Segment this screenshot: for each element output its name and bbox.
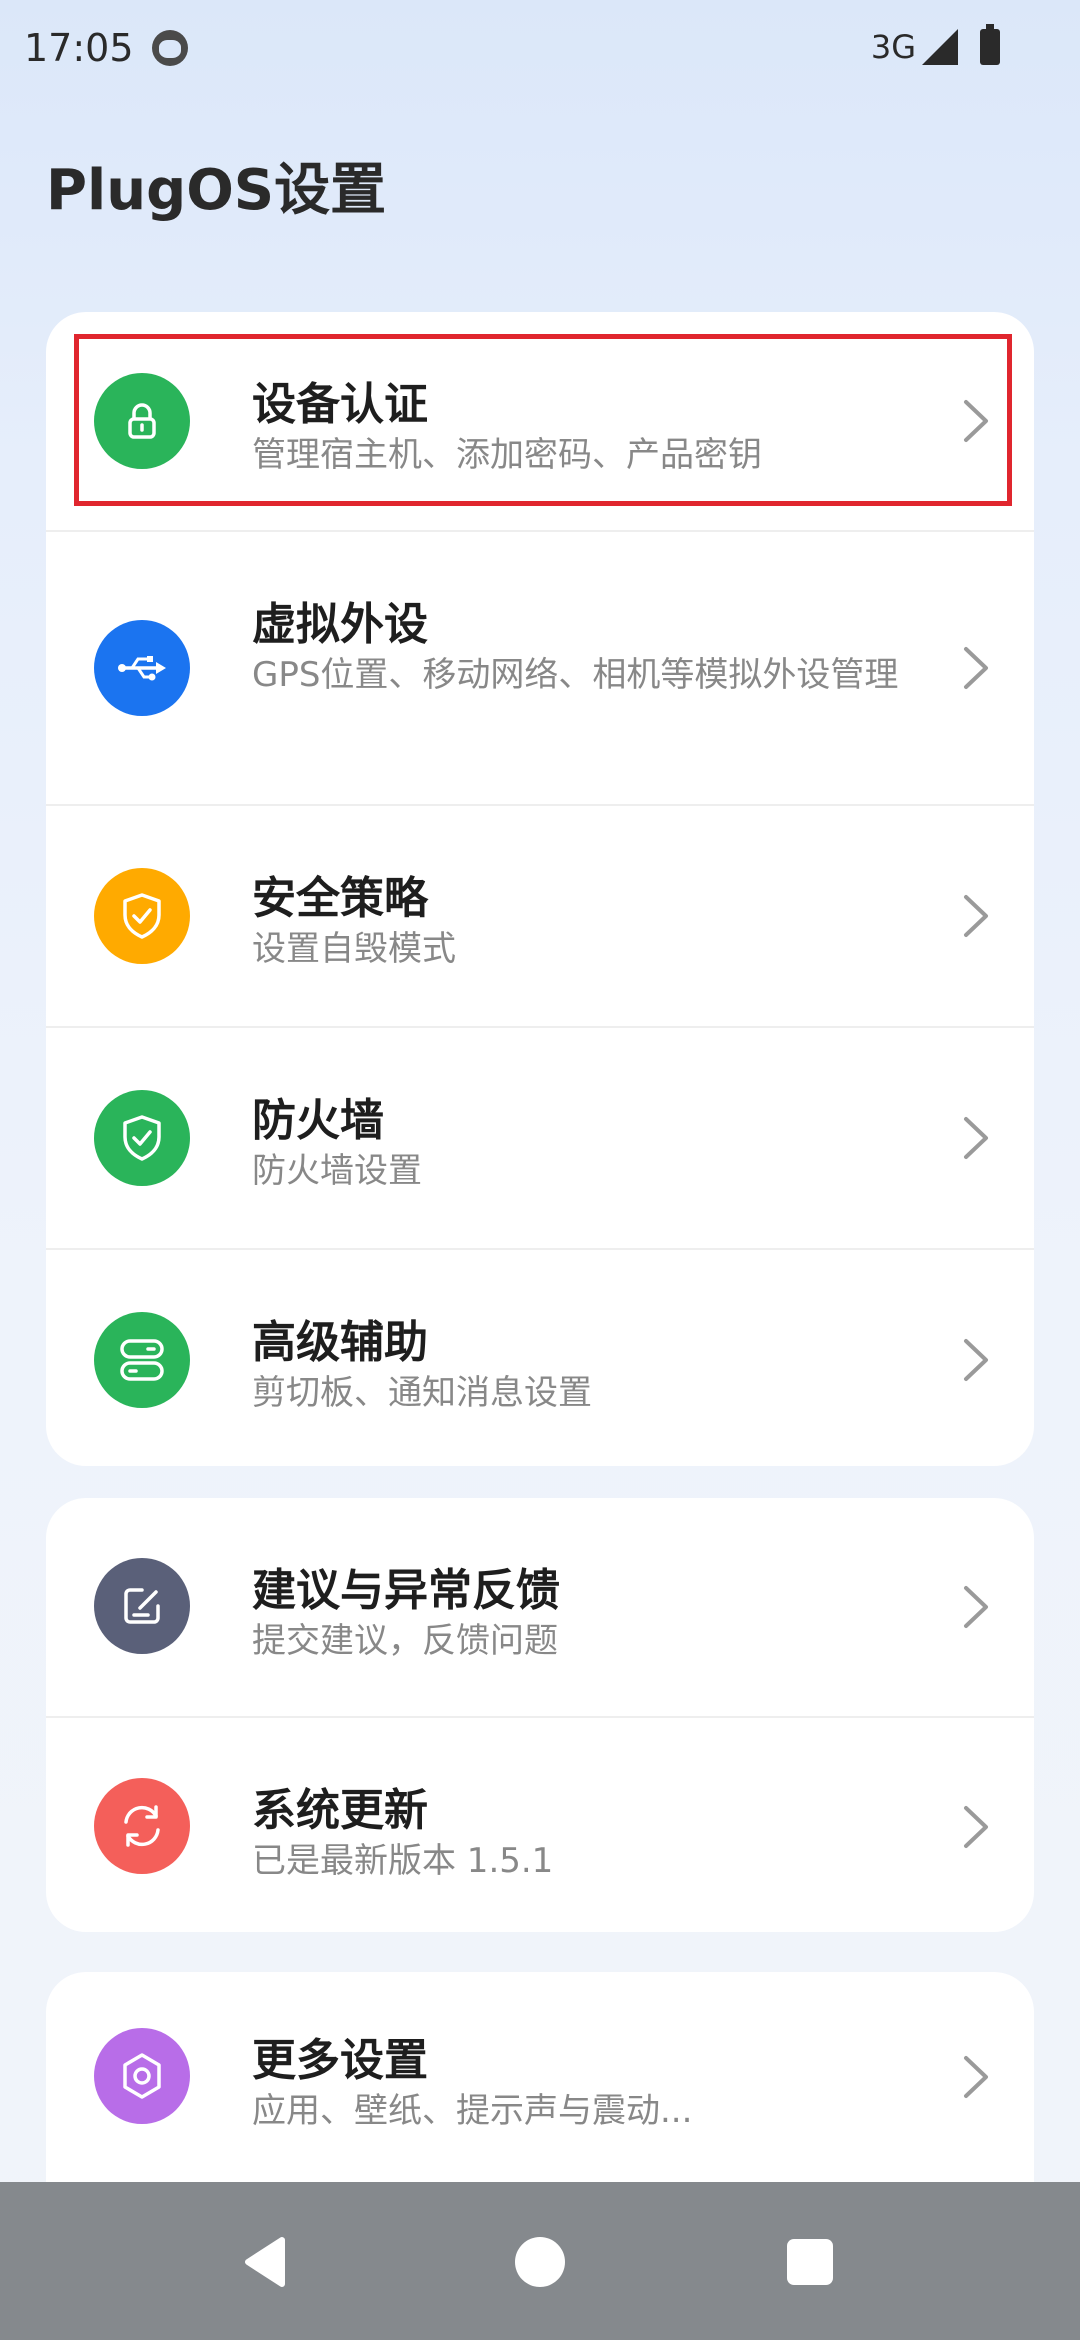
shield-check-icon: [94, 868, 190, 964]
settings-item-system-update[interactable]: 系统更新 已是最新版本 1.5.1: [46, 1718, 1034, 1932]
item-title: 高级辅助: [252, 1317, 428, 1368]
item-title: 建议与异常反馈: [252, 1565, 560, 1616]
chevron-right-icon: [964, 647, 988, 689]
status-bar: 17:05 3G: [0, 0, 1080, 100]
chevron-right-icon: [964, 1806, 988, 1848]
item-title: 防火墙: [252, 1095, 384, 1146]
item-subtitle: GPS位置、移动网络、相机等模拟外设管理: [252, 655, 899, 695]
chevron-right-icon: [964, 1586, 988, 1628]
settings-item-virtual-peripherals[interactable]: 虚拟外设 GPS位置、移动网络、相机等模拟外设管理: [46, 532, 1034, 806]
item-subtitle: 设置自毁模式: [252, 929, 456, 969]
item-subtitle: 剪切板、通知消息设置: [252, 1373, 592, 1413]
item-title: 系统更新: [252, 1785, 428, 1836]
back-icon[interactable]: [228, 2222, 308, 2302]
item-subtitle: 应用、壁纸、提示声与震动...: [252, 2091, 693, 2131]
settings-item-advanced-assist[interactable]: 高级辅助 剪切板、通知消息设置: [46, 1250, 1034, 1466]
settings-card-support: 建议与异常反馈 提交建议，反馈问题 系统更新 已是最新版本 1.5.1: [46, 1498, 1034, 1932]
settings-item-firewall[interactable]: 防火墙 防火墙设置: [46, 1028, 1034, 1250]
recents-icon[interactable]: [770, 2222, 850, 2302]
item-title: 虚拟外设: [252, 599, 428, 650]
notification-face-icon: [152, 30, 188, 66]
settings-item-feedback[interactable]: 建议与异常反馈 提交建议，反馈问题: [46, 1498, 1034, 1718]
usb-icon: [94, 620, 190, 716]
shield-check-icon: [94, 1090, 190, 1186]
edit-icon: [94, 1558, 190, 1654]
toggle-icon: [94, 1312, 190, 1408]
signal-icon: [922, 29, 958, 65]
highlight-box: [74, 334, 1012, 506]
gear-icon: [94, 2028, 190, 2124]
item-subtitle: 已是最新版本 1.5.1: [252, 1841, 554, 1881]
refresh-icon: [94, 1778, 190, 1874]
settings-item-security-policy[interactable]: 安全策略 设置自毁模式: [46, 806, 1034, 1028]
status-indicators: 3G: [870, 24, 1000, 66]
status-time: 17:05: [24, 26, 134, 70]
item-subtitle: 防火墙设置: [252, 1151, 422, 1191]
chevron-right-icon: [964, 2056, 988, 2098]
navigation-bar: [0, 2182, 1080, 2340]
battery-icon: [980, 24, 1000, 65]
chevron-right-icon: [964, 1117, 988, 1159]
network-type: 3G: [870, 28, 916, 66]
chevron-right-icon: [964, 895, 988, 937]
item-title: 更多设置: [252, 2035, 428, 2086]
page-title: PlugOS设置: [46, 158, 387, 223]
item-title: 安全策略: [252, 873, 428, 924]
item-subtitle: 提交建议，反馈问题: [252, 1621, 558, 1661]
chevron-right-icon: [964, 1339, 988, 1381]
home-icon[interactable]: [500, 2222, 580, 2302]
